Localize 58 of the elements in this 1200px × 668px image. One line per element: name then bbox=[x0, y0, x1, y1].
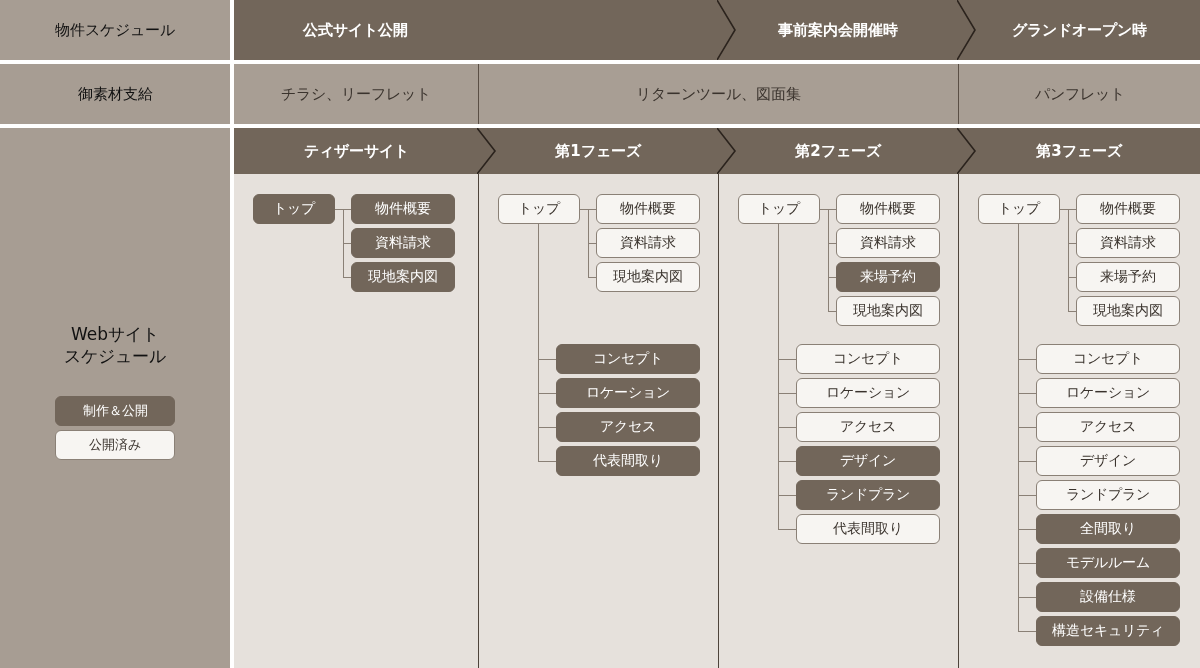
material-label: リターンツール、図面集 bbox=[636, 84, 801, 104]
row-label: Webサイト bbox=[70, 322, 160, 345]
material-label: チラシ、リーフレット bbox=[281, 84, 431, 104]
sitemap-section-node: 設備仕様 bbox=[1036, 582, 1180, 612]
chevron-divider bbox=[717, 128, 737, 174]
sitemap-section-node: コンセプト bbox=[796, 344, 940, 374]
sitemap-page-node: 資料請求 bbox=[836, 228, 940, 258]
phase-title: 第2フェーズ bbox=[795, 141, 881, 161]
sitemap-page-node: 来場予約 bbox=[1076, 262, 1180, 292]
sitemap-page-node: 来場予約 bbox=[836, 262, 940, 292]
phase-title: ティザーサイト bbox=[303, 141, 409, 161]
schedule-label: 公式サイト公開 bbox=[302, 20, 408, 40]
sitemap-page-node: 物件概要 bbox=[596, 194, 700, 224]
sitemap-section-node: ロケーション bbox=[796, 378, 940, 408]
sitemap-page-node: 現地案内図 bbox=[836, 296, 940, 326]
sitemap-section-node: ランドプラン bbox=[1036, 480, 1180, 510]
row-label: 御素材支給 bbox=[77, 84, 153, 104]
sitemap-page-node: 現地案内図 bbox=[1076, 296, 1180, 326]
chevron-divider bbox=[717, 0, 737, 60]
sitemap-section-node: アクセス bbox=[556, 412, 700, 442]
sitemap-top-node: トップ bbox=[978, 194, 1060, 224]
row-label: 物件スケジュール bbox=[55, 20, 175, 40]
sitemap-page-node: 現地案内図 bbox=[596, 262, 700, 292]
chevron-divider bbox=[957, 0, 977, 60]
chevron-divider bbox=[957, 128, 977, 174]
schedule-label: グランドオープン時 bbox=[1011, 20, 1147, 40]
sitemap-page-node: 資料請求 bbox=[1076, 228, 1180, 258]
sitemap-section-node: ロケーション bbox=[1036, 378, 1180, 408]
sitemap-top-node: トップ bbox=[498, 194, 580, 224]
row-label: スケジュール bbox=[64, 344, 166, 367]
schedule-label: 事前案内会開催時 bbox=[778, 20, 898, 40]
sitemap-page-node: 資料請求 bbox=[596, 228, 700, 258]
material-label: パンフレット bbox=[1034, 84, 1125, 104]
legend-item: 公開済み bbox=[55, 429, 175, 460]
sitemap-section-node: コンセプト bbox=[556, 344, 700, 374]
sitemap-section-node: アクセス bbox=[1036, 412, 1180, 442]
sitemap-section-node: アクセス bbox=[796, 412, 940, 442]
sitemap-top-node: トップ bbox=[738, 194, 820, 224]
sitemap-section-node: デザイン bbox=[796, 446, 940, 476]
legend-item: 制作＆公開 bbox=[55, 395, 175, 426]
sitemap-section-node: 代表間取り bbox=[556, 446, 700, 476]
sitemap-section-node: デザイン bbox=[1036, 446, 1180, 476]
sitemap-page-node: 物件概要 bbox=[1076, 194, 1180, 224]
sitemap-top-node: トップ bbox=[253, 194, 335, 224]
sitemap-section-node: ランドプラン bbox=[796, 480, 940, 510]
sitemap-page-node: 物件概要 bbox=[351, 194, 455, 224]
sitemap-section-node: ロケーション bbox=[556, 378, 700, 408]
sitemap-section-node: モデルルーム bbox=[1036, 548, 1180, 578]
sitemap-section-node: 全間取り bbox=[1036, 514, 1180, 544]
phase-title: 第3フェーズ bbox=[1036, 141, 1122, 161]
sitemap-page-node: 資料請求 bbox=[351, 228, 455, 258]
sitemap-section-node: 構造セキュリティ bbox=[1036, 616, 1180, 646]
sitemap-section-node: コンセプト bbox=[1036, 344, 1180, 374]
phase-title: 第1フェーズ bbox=[555, 141, 641, 161]
sitemap-page-node: 物件概要 bbox=[836, 194, 940, 224]
chevron-divider bbox=[477, 128, 497, 174]
sitemap-page-node: 現地案内図 bbox=[351, 262, 455, 292]
sitemap-section-node: 代表間取り bbox=[796, 514, 940, 544]
